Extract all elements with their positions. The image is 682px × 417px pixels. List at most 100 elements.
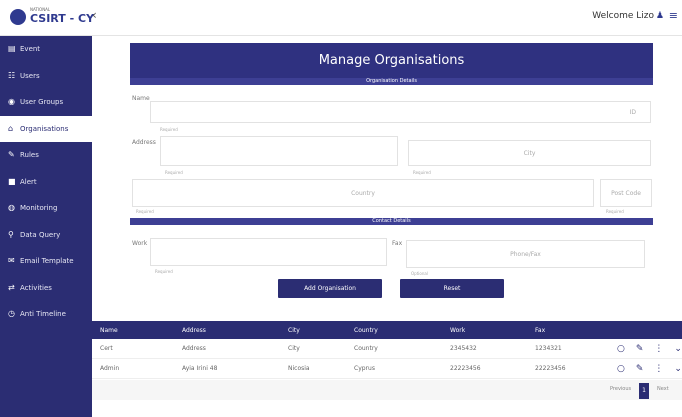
fax-placeholder: Phone/Fax	[510, 251, 541, 258]
work-field[interactable]	[150, 238, 387, 266]
expand-icon[interactable]: ⌄	[674, 364, 682, 374]
post-code-field[interactable]: Post Code	[600, 179, 652, 207]
logo-mark-icon	[10, 8, 26, 25]
sidebar-item-label: Anti Timeline	[20, 310, 66, 319]
sidebar-item-anti-timeline[interactable]: ◷ Anti Timeline	[0, 301, 92, 328]
top-bar: NATIONAL CSIRT - CY ‹ Welcome Lizo ♟ ≡	[0, 0, 682, 36]
add-organisation-button[interactable]: Add Organisation	[278, 279, 382, 298]
sidebar-item-event[interactable]: ▤ Event	[0, 36, 92, 63]
table-cell: 2345432	[450, 345, 477, 352]
name-field[interactable]: ID	[150, 101, 651, 123]
sidebar-item-activities[interactable]: ⇄ Activities	[0, 275, 92, 302]
event-icon: ▤	[8, 44, 16, 54]
table-row: Admin Ayia Irini 48 Nicosia Cyprus 22223…	[92, 359, 682, 379]
monitoring-icon: ◍	[8, 203, 15, 213]
alert-icon: ■	[8, 176, 16, 186]
table-cell: Admin	[100, 365, 120, 372]
sidebar-item-label: Alert	[20, 177, 37, 186]
next-page-button[interactable]: Next	[657, 386, 669, 392]
column-header[interactable]: City	[288, 327, 300, 334]
sidebar-item-label: User Groups	[20, 98, 64, 107]
expand-icon[interactable]: ⌄	[674, 344, 682, 354]
table-cell: Nicosia	[288, 365, 310, 372]
organisations-table: Name Address City Country Work Fax Cert …	[92, 321, 682, 379]
sidebar-item-user-groups[interactable]: ◉ User Groups	[0, 89, 92, 116]
organisations-icon: ⌂	[8, 123, 14, 133]
address-label: Address	[132, 139, 156, 146]
previous-page-button[interactable]: Previous	[610, 386, 631, 392]
user-groups-icon: ◉	[8, 97, 15, 107]
country-field[interactable]: Country	[132, 179, 594, 207]
work-label: Work	[132, 240, 148, 247]
sidebar-item-rules[interactable]: ✎ Rules	[0, 142, 92, 169]
logo-text: NATIONAL CSIRT - CY	[30, 8, 95, 26]
row-actions: ○ ✎ ⋮ ⌄	[617, 344, 682, 354]
column-header[interactable]: Address	[182, 327, 206, 334]
sidebar-item-organisations[interactable]: ⌂ Organisations	[0, 115, 92, 142]
address-field[interactable]	[160, 136, 398, 166]
country-hint: Required	[136, 209, 154, 214]
view-icon[interactable]: ○	[617, 344, 625, 354]
search-icon: ⚲	[8, 229, 14, 239]
users-icon: ☷	[8, 70, 16, 80]
sidebar-item-label: Monitoring	[20, 204, 58, 213]
hamburger-icon[interactable]: ≡	[669, 9, 678, 22]
table-cell: Ayia Irini 48	[182, 365, 218, 372]
logo: NATIONAL CSIRT - CY	[10, 8, 94, 25]
rules-icon: ✎	[8, 150, 15, 160]
column-header[interactable]: Name	[100, 327, 118, 334]
section-contact-details: Contact Details	[130, 218, 653, 225]
table-cell: 1234321	[535, 345, 562, 352]
work-hint: Required	[155, 269, 173, 274]
sidebar-item-alert[interactable]: ■ Alert	[0, 169, 92, 196]
id-value: ID	[629, 109, 636, 116]
column-header[interactable]: Work	[450, 327, 465, 334]
row-actions: ○ ✎ ⋮ ⌄	[617, 364, 682, 374]
table-cell: City	[288, 345, 300, 352]
sidebar-item-email-template[interactable]: ✉ Email Template	[0, 248, 92, 275]
column-header[interactable]: Fax	[535, 327, 545, 334]
table-cell: Address	[182, 345, 206, 352]
welcome-text: Welcome Lizo	[592, 11, 654, 21]
sidebar-item-label: Organisations	[20, 124, 69, 133]
sidebar-item-label: Email Template	[20, 257, 74, 266]
table-cell: Cyprus	[354, 365, 375, 372]
sidebar-item-monitoring[interactable]: ◍ Monitoring	[0, 195, 92, 222]
sidebar-item-label: Data Query	[20, 230, 61, 239]
name-label: Name	[132, 95, 150, 102]
sidebar-item-data-query[interactable]: ⚲ Data Query	[0, 222, 92, 249]
email-icon: ✉	[8, 256, 15, 266]
pagination: Previous 1 Next	[92, 380, 682, 400]
table-cell: Cert	[100, 345, 113, 352]
current-page-button[interactable]: 1	[639, 383, 649, 399]
sidebar-item-users[interactable]: ☷ Users	[0, 63, 92, 90]
more-icon[interactable]: ⋮	[654, 344, 663, 354]
view-icon[interactable]: ○	[617, 364, 625, 374]
address-hint: Required	[165, 170, 183, 175]
country-placeholder: Country	[351, 190, 375, 197]
fax-field[interactable]: Phone/Fax	[406, 240, 645, 268]
table-cell: Country	[354, 345, 378, 352]
page-title: Manage Organisations	[130, 43, 653, 78]
sidebar-item-label: Event	[20, 45, 41, 54]
city-hint: Required	[413, 170, 431, 175]
post-code-placeholder: Post Code	[611, 190, 641, 197]
more-icon[interactable]: ⋮	[654, 364, 663, 374]
post-code-hint: Required	[606, 209, 624, 214]
edit-icon[interactable]: ✎	[636, 344, 644, 354]
sidebar-item-label: Activities	[20, 283, 52, 292]
city-field[interactable]: City	[408, 140, 651, 166]
fax-label: Fax	[392, 240, 403, 247]
name-hint: Required	[160, 127, 178, 132]
table-cell: 22223456	[535, 365, 566, 372]
reset-button[interactable]: Reset	[400, 279, 504, 298]
sidebar-item-label: Users	[20, 71, 40, 80]
manage-organisations-card: Manage Organisations Organisation Detail…	[130, 43, 653, 307]
user-icon[interactable]: ♟	[656, 11, 664, 21]
edit-icon[interactable]: ✎	[636, 364, 644, 374]
logo-title: CSIRT - CY	[30, 12, 95, 25]
sidebar: ▤ Event ☷ Users ◉ User Groups ⌂ Organisation…	[0, 36, 92, 417]
activities-icon: ⇄	[8, 282, 15, 292]
collapse-sidebar-icon[interactable]: ‹	[92, 8, 97, 22]
column-header[interactable]: Country	[354, 327, 378, 334]
